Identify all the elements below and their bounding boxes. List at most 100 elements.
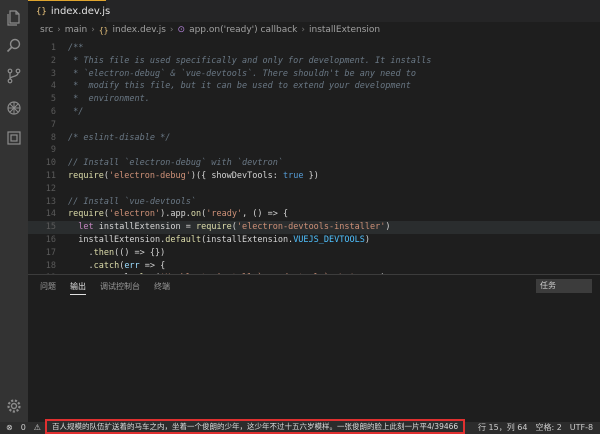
line-number: 11: [45, 171, 56, 181]
line-number: 12: [45, 183, 56, 194]
code-text: /* eslint-disable */: [68, 132, 170, 145]
panel-tabs: 问题 输出 调试控制台 终端: [40, 281, 170, 295]
error-icon: ⊗: [6, 423, 13, 432]
tab-index-dev-js[interactable]: {} index.dev.js: [28, 0, 110, 22]
search-icon[interactable]: [4, 36, 24, 56]
line-number: 17: [45, 247, 56, 258]
encoding[interactable]: UTF-8: [570, 422, 593, 434]
line-number: 8: [50, 132, 56, 143]
code-text: * environment.: [68, 93, 150, 106]
explorer-icon[interactable]: [4, 8, 24, 28]
code-line[interactable]: 4 * modify this file, but it can be used…: [28, 80, 600, 93]
code-line[interactable]: 12: [28, 183, 600, 196]
indentation[interactable]: 空格: 2: [535, 422, 561, 434]
code-text: * modify this file, but it can be used t…: [68, 80, 411, 93]
status-right-items: 行 15，列 64 空格: 2 UTF-8: [478, 422, 596, 434]
code-token: VUEJS_DEVTOOLS: [293, 235, 365, 245]
breadcrumb-function[interactable]: installExtension: [309, 25, 380, 35]
cursor-position[interactable]: 行 15，列 64: [478, 422, 527, 434]
code-line[interactable]: 10 // Install `electron-debug` with `devt…: [28, 157, 600, 170]
cube-icon: ⊙: [177, 25, 186, 35]
code-line[interactable]: 1 /**: [28, 42, 600, 55]
code-line[interactable]: 7: [28, 119, 600, 132]
code-token: 'electron': [108, 209, 161, 220]
code-text: * `electron-debug` & `vue-devtools`. The…: [68, 68, 416, 81]
chevron-right-icon: ›: [301, 25, 305, 35]
code-token: }): [303, 171, 319, 181]
code-token: */: [68, 107, 84, 117]
code-token: .: [68, 260, 94, 271]
js-file-icon: {}: [98, 25, 109, 35]
chevron-right-icon: ›: [169, 25, 174, 35]
code-token: )({ showDevTools:: [190, 171, 283, 181]
activity-bar: [0, 0, 28, 422]
line-number: 9: [50, 145, 56, 156]
code-text: require('electron-debug')({ showDevTools…: [68, 170, 319, 183]
status-bar: ⊗0 ⚠0 百人规模的队伍扩送着的马车之内，坐着一个俊朗的少年，这少年不过十五六…: [0, 419, 600, 434]
panel-tab[interactable]: 调试控制台: [100, 281, 140, 295]
code-line[interactable]: 17 .then(() => {}): [28, 247, 600, 260]
code-token: (installExtension.: [201, 235, 294, 245]
output-channel-select[interactable]: 任务: [536, 279, 592, 293]
line-number: 2: [50, 55, 56, 66]
status-counter: 4/39466: [427, 422, 459, 431]
code-line[interactable]: 2 * This file is used specifically and o…: [28, 55, 600, 68]
code-token: require: [195, 222, 232, 233]
line-number: 1: [50, 43, 56, 53]
code-line[interactable]: 15 let installExtension = require('elect…: [28, 221, 600, 234]
breadcrumb-main[interactable]: main: [65, 25, 88, 35]
breadcrumb-file[interactable]: index.dev.js: [113, 25, 166, 35]
code-token: let: [78, 222, 94, 233]
code-text: require('electron').app.on('ready', () =…: [68, 208, 288, 221]
breadcrumb: src › main › {} index.dev.js › ⊙ app.on(…: [28, 22, 600, 38]
code-editor[interactable]: 1 /** 2 * This file is used specifically a…: [28, 38, 600, 335]
code-text: // Install `electron-debug` with `devtro…: [68, 157, 283, 170]
bottom-panel: 问题 输出 调试控制台 终端 任务: [28, 274, 600, 423]
code-text: * This file is used specifically and onl…: [68, 55, 431, 68]
breadcrumb-src[interactable]: src: [40, 25, 53, 35]
code-token: .: [68, 247, 94, 258]
line-number: 6: [50, 107, 56, 117]
code-token: * This file is used specifically and onl…: [68, 55, 432, 66]
code-line[interactable]: 13 // Install `vue-devtools`: [28, 196, 600, 209]
code-text: */: [68, 106, 83, 119]
breadcrumb-callback[interactable]: app.on('ready') callback: [189, 25, 297, 35]
code-token: catch: [93, 260, 120, 271]
code-line[interactable]: 6 */: [28, 106, 600, 119]
code-token: // Install `electron-debug` with `devtro…: [68, 158, 283, 169]
code-token: ).app.: [160, 209, 191, 220]
code-text: /**: [68, 42, 83, 55]
code-text: installExtension.default(installExtensio…: [68, 234, 370, 247]
code-text: .catch(err => {: [68, 260, 165, 273]
source-control-icon[interactable]: [4, 66, 24, 86]
settings-gear-icon[interactable]: [4, 396, 24, 416]
code-line[interactable]: 5 * environment.: [28, 93, 600, 106]
warning-icon: ⚠: [33, 423, 41, 432]
code-line[interactable]: 9: [28, 144, 600, 157]
code-line[interactable]: 11 require('electron-debug')({ showDevToo…: [28, 170, 600, 183]
code-text: .then(() => {}): [68, 247, 165, 260]
panel-tab[interactable]: 终端: [154, 281, 170, 295]
debug-icon[interactable]: [4, 98, 24, 118]
code-line[interactable]: 18 .catch(err => {: [28, 260, 600, 273]
code-token: 'electron-debug': [108, 171, 191, 181]
line-number: 10: [45, 158, 56, 169]
code-line[interactable]: 8 /* eslint-disable */: [28, 132, 600, 145]
code-token: * modify this file, but it can be used t…: [68, 81, 411, 92]
code-text: let installExtension = require('electron…: [68, 221, 390, 234]
error-count: 0: [20, 423, 26, 432]
code-token: * environment.: [68, 94, 150, 105]
code-line[interactable]: 14 require('electron').app.on('ready', ()…: [28, 208, 600, 221]
code-line[interactable]: 16 installExtension.default(installExten…: [28, 234, 600, 247]
status-reader-text: 百人规模的队伍扩送着的马车之内，坐着一个俊朗的少年，这少年不过十五六岁模样。一张…: [45, 419, 465, 434]
line-number: 5: [50, 94, 56, 105]
code-line[interactable]: 3 * `electron-debug` & `vue-devtools`. T…: [28, 68, 600, 81]
line-number: 3: [50, 68, 56, 79]
panel-tab[interactable]: 输出: [70, 281, 86, 295]
code-token: => {: [139, 260, 166, 271]
extensions-icon[interactable]: [4, 128, 24, 148]
code-token: * `electron-debug` & `vue-devtools`. The…: [68, 68, 416, 79]
panel-tab[interactable]: 问题: [40, 281, 56, 295]
chevron-right-icon: ›: [57, 25, 61, 35]
